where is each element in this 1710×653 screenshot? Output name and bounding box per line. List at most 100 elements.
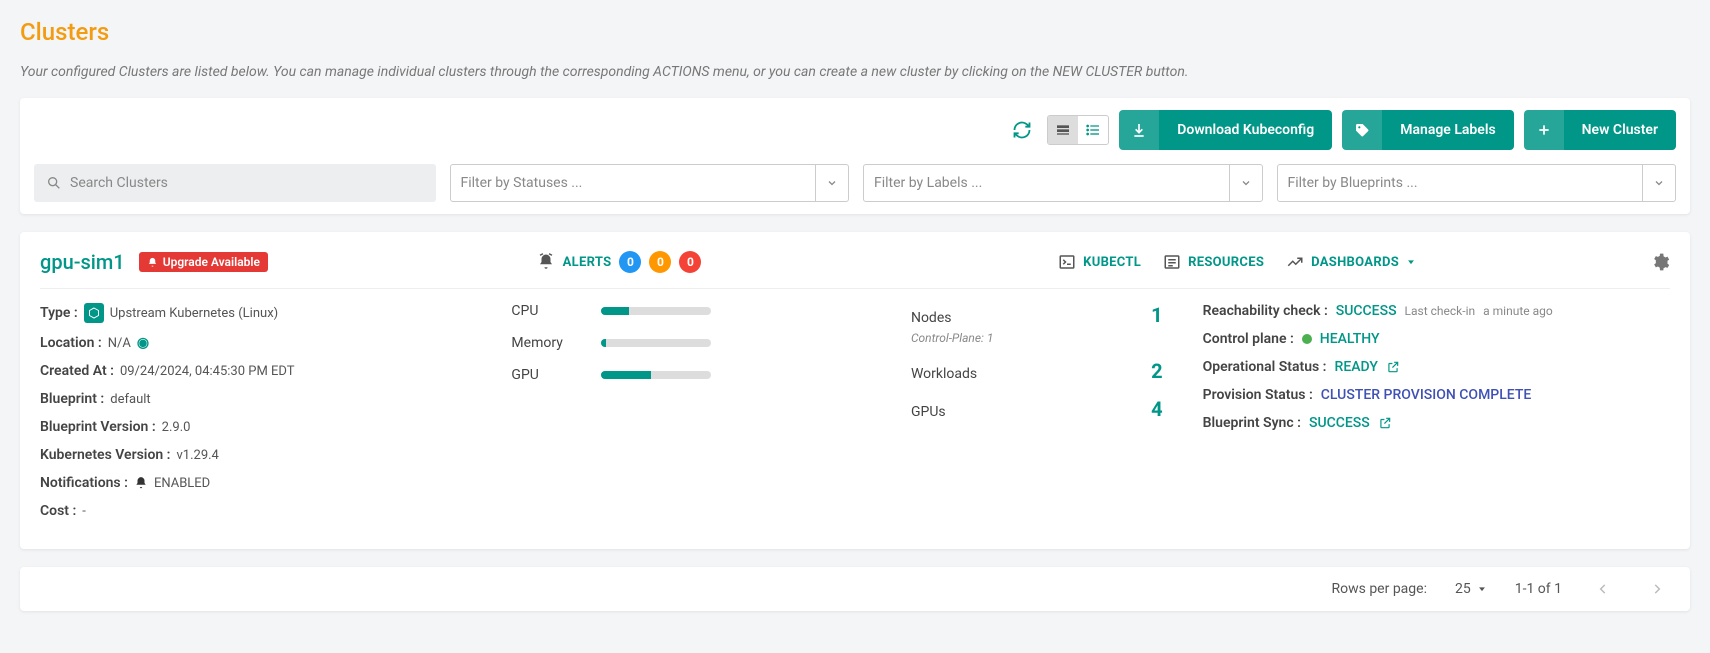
gear-icon[interactable] — [1650, 252, 1670, 272]
sync-label: Blueprint Sync : — [1203, 415, 1301, 431]
workloads-value: 2 — [1151, 359, 1162, 383]
chevron-down-icon — [815, 165, 838, 201]
cluster-name-link[interactable]: gpu-sim1 — [40, 250, 125, 274]
new-cluster-button[interactable]: New Cluster — [1524, 110, 1676, 150]
download-icon — [1119, 110, 1159, 150]
status-dot-icon — [1302, 334, 1312, 344]
download-kubeconfig-button[interactable]: Download Kubeconfig — [1119, 110, 1332, 150]
upgrade-badge-label: Upgrade Available — [163, 255, 260, 269]
new-cluster-label: New Cluster — [1574, 122, 1676, 138]
prov-value: CLUSTER PROVISION COMPLETE — [1321, 387, 1532, 403]
cluster-card: gpu-sim1 Upgrade Available ALERTS 0 0 0 — [20, 232, 1690, 549]
tag-icon — [1342, 110, 1382, 150]
kver-label: Kubernetes Version : — [40, 447, 170, 463]
gpus-label: GPUs — [911, 404, 946, 420]
gpus-value: 4 — [1151, 397, 1162, 421]
download-kubeconfig-label: Download Kubeconfig — [1169, 122, 1332, 138]
cost-value: - — [82, 504, 86, 519]
kubectl-link[interactable]: KUBECTL — [1058, 253, 1141, 271]
location-icon: ◉ — [137, 335, 149, 351]
kver-value: v1.29.4 — [176, 448, 218, 463]
view-list-icon[interactable] — [1078, 116, 1108, 144]
cp-label: Control plane : — [1203, 331, 1294, 347]
pagination-footer: Rows per page: 25 1-1 of 1 — [20, 567, 1690, 611]
cost-label: Cost : — [40, 503, 76, 519]
alerts-warn-count[interactable]: 0 — [649, 251, 671, 273]
created-value: 09/24/2024, 04:45:30 PM EDT — [120, 364, 295, 379]
filter-labels-select[interactable]: Filter by Labels ... — [863, 164, 1263, 202]
dashboards-label: DASHBOARDS — [1311, 255, 1399, 270]
rows-per-page-label: Rows per page: — [1331, 581, 1426, 597]
bpver-label: Blueprint Version : — [40, 419, 156, 435]
mem-fill — [601, 339, 605, 347]
nodes-value: 1 — [1151, 303, 1162, 327]
dashboards-link[interactable]: DASHBOARDS — [1286, 253, 1416, 271]
toolbar: Download Kubeconfig Manage Labels New Cl… — [20, 98, 1690, 214]
kubectl-label: KUBECTL — [1083, 255, 1141, 270]
workloads-label: Workloads — [911, 366, 977, 382]
alerts-label: ALERTS — [563, 255, 612, 270]
type-value: Upstream Kubernetes (Linux) — [110, 306, 278, 321]
location-value: N/A — [108, 336, 131, 351]
alerts-block: ALERTS 0 0 0 — [537, 251, 702, 273]
nodes-label: Nodes — [911, 310, 952, 326]
chevron-down-icon — [1642, 165, 1665, 201]
rows-per-page-value: 25 — [1455, 581, 1471, 597]
external-link-icon[interactable] — [1386, 360, 1400, 374]
upgrade-available-badge[interactable]: Upgrade Available — [139, 252, 268, 272]
filter-status-placeholder: Filter by Statuses ... — [461, 175, 583, 191]
list-icon — [1163, 253, 1181, 271]
page-description: Your configured Clusters are listed belo… — [20, 64, 1690, 80]
filter-blueprints-placeholder: Filter by Blueprints ... — [1288, 175, 1418, 191]
reach-value: SUCCESS — [1336, 303, 1397, 319]
sync-value: SUCCESS — [1309, 415, 1370, 431]
chevron-down-icon — [1229, 165, 1252, 201]
search-icon — [46, 175, 62, 191]
page-range: 1-1 of 1 — [1515, 581, 1562, 597]
next-page-button[interactable] — [1644, 582, 1670, 596]
alerts-error-count[interactable]: 0 — [679, 251, 701, 273]
blueprint-value: default — [110, 392, 150, 407]
prev-page-button[interactable] — [1590, 582, 1616, 596]
mem-label: Memory — [511, 335, 581, 351]
alert-bell-icon — [537, 253, 555, 271]
op-label: Operational Status : — [1203, 359, 1327, 375]
gpu-label: GPU — [511, 367, 581, 383]
bell-icon — [147, 257, 158, 268]
external-link-icon[interactable] — [1378, 416, 1392, 430]
refresh-icon[interactable] — [1007, 115, 1037, 145]
blueprint-label: Blueprint : — [40, 391, 104, 407]
view-toggle — [1047, 115, 1109, 145]
type-label: Type : — [40, 305, 78, 321]
prov-label: Provision Status : — [1203, 387, 1313, 403]
op-value: READY — [1335, 359, 1378, 375]
filter-labels-placeholder: Filter by Labels ... — [874, 175, 982, 191]
search-input-wrapper — [34, 164, 436, 202]
gpu-fill — [601, 371, 651, 379]
manage-labels-button[interactable]: Manage Labels — [1342, 110, 1513, 150]
cpu-fill — [601, 307, 629, 315]
resources-link[interactable]: RESOURCES — [1163, 253, 1264, 271]
view-card-icon[interactable] — [1048, 116, 1078, 144]
search-input[interactable] — [70, 175, 424, 191]
checkin-value: a minute ago — [1483, 304, 1553, 318]
plus-icon — [1524, 110, 1564, 150]
alerts-info-count[interactable]: 0 — [619, 251, 641, 273]
bell-icon — [134, 476, 148, 490]
cpu-bar — [601, 307, 711, 315]
checkin-label: Last check-in — [1405, 304, 1476, 318]
cpu-label: CPU — [511, 303, 581, 319]
created-label: Created At : — [40, 363, 114, 379]
kubernetes-icon — [84, 303, 104, 323]
filter-blueprints-select[interactable]: Filter by Blueprints ... — [1277, 164, 1677, 202]
cp-value: HEALTHY — [1320, 331, 1380, 347]
location-label: Location : — [40, 335, 102, 351]
nodes-sub: Control-Plane: 1 — [911, 331, 1163, 345]
rows-per-page-select[interactable]: 25 — [1455, 581, 1487, 597]
notif-value: ENABLED — [154, 476, 210, 491]
mem-bar — [601, 339, 711, 347]
filter-status-select[interactable]: Filter by Statuses ... — [450, 164, 850, 202]
trend-icon — [1286, 253, 1304, 271]
reach-label: Reachability check : — [1203, 303, 1328, 319]
notif-label: Notifications : — [40, 475, 128, 491]
